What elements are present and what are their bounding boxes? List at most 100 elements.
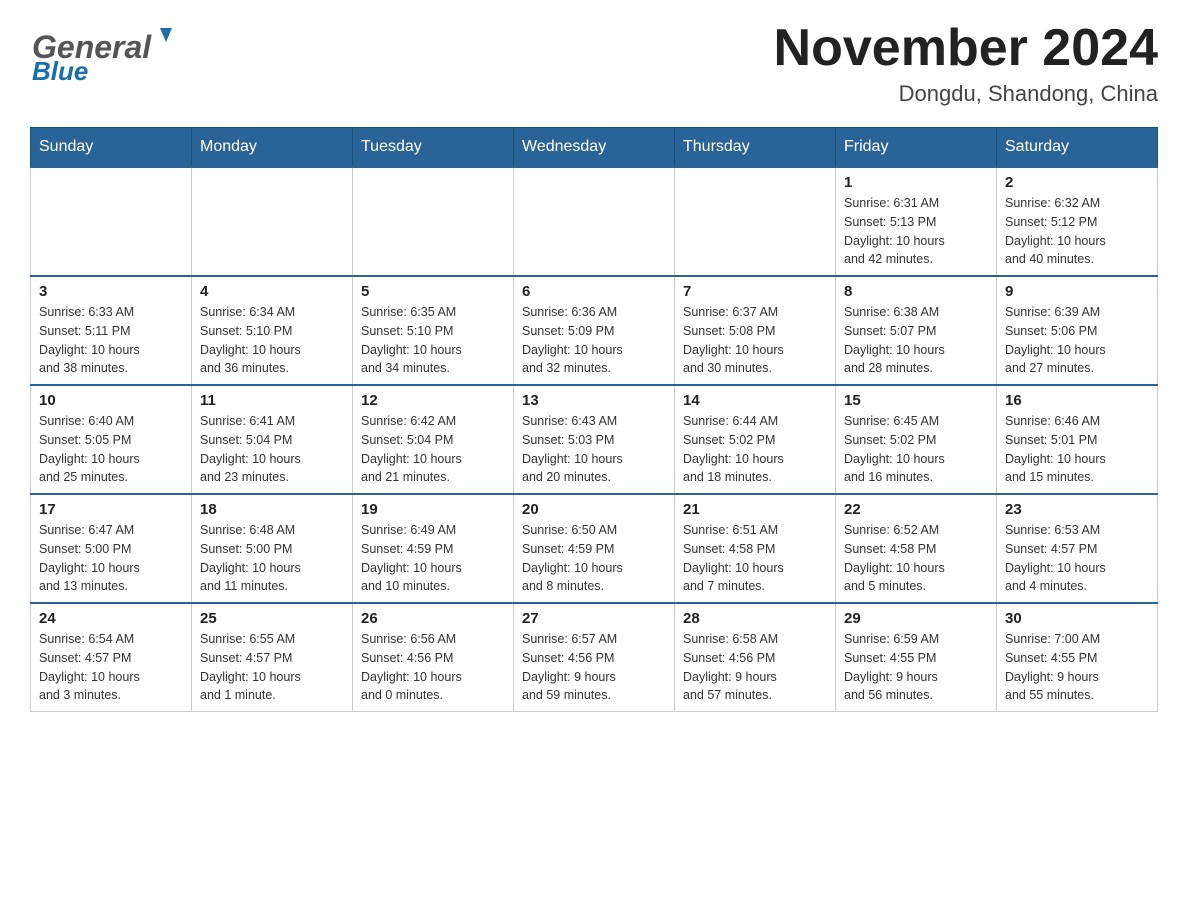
calendar-day-cell: 10Sunrise: 6:40 AMSunset: 5:05 PMDayligh…: [31, 385, 192, 494]
calendar-day-cell: 17Sunrise: 6:47 AMSunset: 5:00 PMDayligh…: [31, 494, 192, 603]
calendar-day-cell: 25 Sunrise: 6:55 AMSunset: 4:57 PMDayligh…: [192, 603, 353, 712]
day-number: 21: [683, 501, 827, 518]
day-header-friday: Friday: [836, 128, 997, 168]
day-info: Sunrise: 6:44 AMSunset: 5:02 PMDaylight:…: [683, 412, 827, 487]
calendar-day-cell: [192, 167, 353, 276]
calendar-day-cell: 29 Sunrise: 6:59 AMSunset: 4:55 PMDayligh…: [836, 603, 997, 712]
day-header-tuesday: Tuesday: [353, 128, 514, 168]
day-info: Sunrise: 6:57 AMSunset: 4:56 PMDaylight:…: [522, 630, 666, 705]
day-info: Sunrise: 6:39 AMSunset: 5:06 PMDaylight:…: [1005, 303, 1149, 378]
day-info: Sunrise: 6:58 AMSunset: 4:56 PMDaylight:…: [683, 630, 827, 705]
day-info: Sunrise: 6:38 AMSunset: 5:07 PMDaylight:…: [844, 303, 988, 378]
calendar-day-cell: 2 Sunrise: 6:32 AMSunset: 5:12 PMDaylight…: [997, 167, 1158, 276]
day-info: Sunrise: 6:31 AMSunset: 5:13 PMDaylight:…: [844, 194, 988, 269]
calendar-day-cell: 3 Sunrise: 6:33 AMSunset: 5:11 PMDaylight…: [31, 276, 192, 385]
day-number: 1: [844, 174, 988, 191]
title-section: November 2024 Dongdu, Shandong, China: [774, 20, 1158, 107]
day-number: 19: [361, 501, 505, 518]
day-number: 3: [39, 283, 183, 300]
day-number: 9: [1005, 283, 1149, 300]
calendar-week-row: 17Sunrise: 6:47 AMSunset: 5:00 PMDayligh…: [31, 494, 1158, 603]
day-info: Sunrise: 6:50 AMSunset: 4:59 PMDaylight:…: [522, 521, 666, 596]
calendar-header-row: SundayMondayTuesdayWednesdayThursdayFrid…: [31, 128, 1158, 168]
day-info: Sunrise: 6:33 AMSunset: 5:11 PMDaylight:…: [39, 303, 183, 378]
calendar-day-cell: 6 Sunrise: 6:36 AMSunset: 5:09 PMDaylight…: [514, 276, 675, 385]
day-info: Sunrise: 6:53 AMSunset: 4:57 PMDaylight:…: [1005, 521, 1149, 596]
day-number: 23: [1005, 501, 1149, 518]
day-number: 27: [522, 610, 666, 627]
calendar-day-cell: 18Sunrise: 6:48 AMSunset: 5:00 PMDayligh…: [192, 494, 353, 603]
day-info: Sunrise: 7:00 AMSunset: 4:55 PMDaylight:…: [1005, 630, 1149, 705]
calendar-week-row: 24Sunrise: 6:54 AMSunset: 4:57 PMDayligh…: [31, 603, 1158, 712]
day-info: Sunrise: 6:37 AMSunset: 5:08 PMDaylight:…: [683, 303, 827, 378]
day-info: Sunrise: 6:52 AMSunset: 4:58 PMDaylight:…: [844, 521, 988, 596]
day-info: Sunrise: 6:42 AMSunset: 5:04 PMDaylight:…: [361, 412, 505, 487]
day-number: 16: [1005, 392, 1149, 409]
day-number: 11: [200, 392, 344, 409]
day-number: 2: [1005, 174, 1149, 191]
day-info: Sunrise: 6:55 AMSunset: 4:57 PMDaylight:…: [200, 630, 344, 705]
calendar-day-cell: 27 Sunrise: 6:57 AMSunset: 4:56 PMDayligh…: [514, 603, 675, 712]
day-number: 10: [39, 392, 183, 409]
calendar-week-row: 10Sunrise: 6:40 AMSunset: 5:05 PMDayligh…: [31, 385, 1158, 494]
day-number: 22: [844, 501, 988, 518]
day-header-monday: Monday: [192, 128, 353, 168]
day-header-wednesday: Wednesday: [514, 128, 675, 168]
svg-text:Blue: Blue: [32, 56, 88, 85]
calendar-day-cell: 13 Sunrise: 6:43 AMSunset: 5:03 PMDayligh…: [514, 385, 675, 494]
day-number: 13: [522, 392, 666, 409]
calendar-day-cell: 8 Sunrise: 6:38 AMSunset: 5:07 PMDaylight…: [836, 276, 997, 385]
calendar-day-cell: 11 Sunrise: 6:41 AMSunset: 5:04 PMDayligh…: [192, 385, 353, 494]
day-info: Sunrise: 6:32 AMSunset: 5:12 PMDaylight:…: [1005, 194, 1149, 269]
day-number: 25: [200, 610, 344, 627]
day-number: 7: [683, 283, 827, 300]
day-info: Sunrise: 6:51 AMSunset: 4:58 PMDaylight:…: [683, 521, 827, 596]
day-info: Sunrise: 6:43 AMSunset: 5:03 PMDaylight:…: [522, 412, 666, 487]
day-info: Sunrise: 6:41 AMSunset: 5:04 PMDaylight:…: [200, 412, 344, 487]
day-number: 29: [844, 610, 988, 627]
calendar-week-row: 3 Sunrise: 6:33 AMSunset: 5:11 PMDaylight…: [31, 276, 1158, 385]
calendar-day-cell: 9 Sunrise: 6:39 AMSunset: 5:06 PMDaylight…: [997, 276, 1158, 385]
day-number: 30: [1005, 610, 1149, 627]
day-info: Sunrise: 6:48 AMSunset: 5:00 PMDaylight:…: [200, 521, 344, 596]
day-number: 4: [200, 283, 344, 300]
calendar-day-cell: 7 Sunrise: 6:37 AMSunset: 5:08 PMDaylight…: [675, 276, 836, 385]
logo-svg: General Blue: [30, 20, 190, 85]
calendar-day-cell: 26Sunrise: 6:56 AMSunset: 4:56 PMDayligh…: [353, 603, 514, 712]
day-info: Sunrise: 6:36 AMSunset: 5:09 PMDaylight:…: [522, 303, 666, 378]
day-number: 6: [522, 283, 666, 300]
day-header-sunday: Sunday: [31, 128, 192, 168]
calendar-day-cell: [514, 167, 675, 276]
calendar-day-cell: [675, 167, 836, 276]
day-info: Sunrise: 6:47 AMSunset: 5:00 PMDaylight:…: [39, 521, 183, 596]
logo: General Blue: [30, 20, 190, 85]
calendar-day-cell: 28 Sunrise: 6:58 AMSunset: 4:56 PMDayligh…: [675, 603, 836, 712]
calendar-week-row: 1 Sunrise: 6:31 AMSunset: 5:13 PMDaylight…: [31, 167, 1158, 276]
calendar-day-cell: 14 Sunrise: 6:44 AMSunset: 5:02 PMDayligh…: [675, 385, 836, 494]
calendar-day-cell: 22 Sunrise: 6:52 AMSunset: 4:58 PMDayligh…: [836, 494, 997, 603]
calendar-day-cell: 21 Sunrise: 6:51 AMSunset: 4:58 PMDayligh…: [675, 494, 836, 603]
day-number: 20: [522, 501, 666, 518]
calendar-day-cell: 15Sunrise: 6:45 AMSunset: 5:02 PMDayligh…: [836, 385, 997, 494]
calendar-table: SundayMondayTuesdayWednesdayThursdayFrid…: [30, 127, 1158, 712]
calendar-day-cell: 4Sunrise: 6:34 AMSunset: 5:10 PMDaylight…: [192, 276, 353, 385]
calendar-day-cell: 5 Sunrise: 6:35 AMSunset: 5:10 PMDaylight…: [353, 276, 514, 385]
day-number: 28: [683, 610, 827, 627]
day-number: 8: [844, 283, 988, 300]
day-number: 26: [361, 610, 505, 627]
day-info: Sunrise: 6:46 AMSunset: 5:01 PMDaylight:…: [1005, 412, 1149, 487]
month-title: November 2024: [774, 20, 1158, 77]
day-number: 14: [683, 392, 827, 409]
calendar-day-cell: 16 Sunrise: 6:46 AMSunset: 5:01 PMDayligh…: [997, 385, 1158, 494]
calendar-day-cell: 24Sunrise: 6:54 AMSunset: 4:57 PMDayligh…: [31, 603, 192, 712]
day-header-saturday: Saturday: [997, 128, 1158, 168]
calendar-day-cell: 20 Sunrise: 6:50 AMSunset: 4:59 PMDayligh…: [514, 494, 675, 603]
calendar-day-cell: 30 Sunrise: 7:00 AMSunset: 4:55 PMDayligh…: [997, 603, 1158, 712]
day-info: Sunrise: 6:35 AMSunset: 5:10 PMDaylight:…: [361, 303, 505, 378]
calendar-day-cell: [31, 167, 192, 276]
calendar-day-cell: 12Sunrise: 6:42 AMSunset: 5:04 PMDayligh…: [353, 385, 514, 494]
day-info: Sunrise: 6:59 AMSunset: 4:55 PMDaylight:…: [844, 630, 988, 705]
calendar-day-cell: [353, 167, 514, 276]
day-number: 5: [361, 283, 505, 300]
day-info: Sunrise: 6:49 AMSunset: 4:59 PMDaylight:…: [361, 521, 505, 596]
